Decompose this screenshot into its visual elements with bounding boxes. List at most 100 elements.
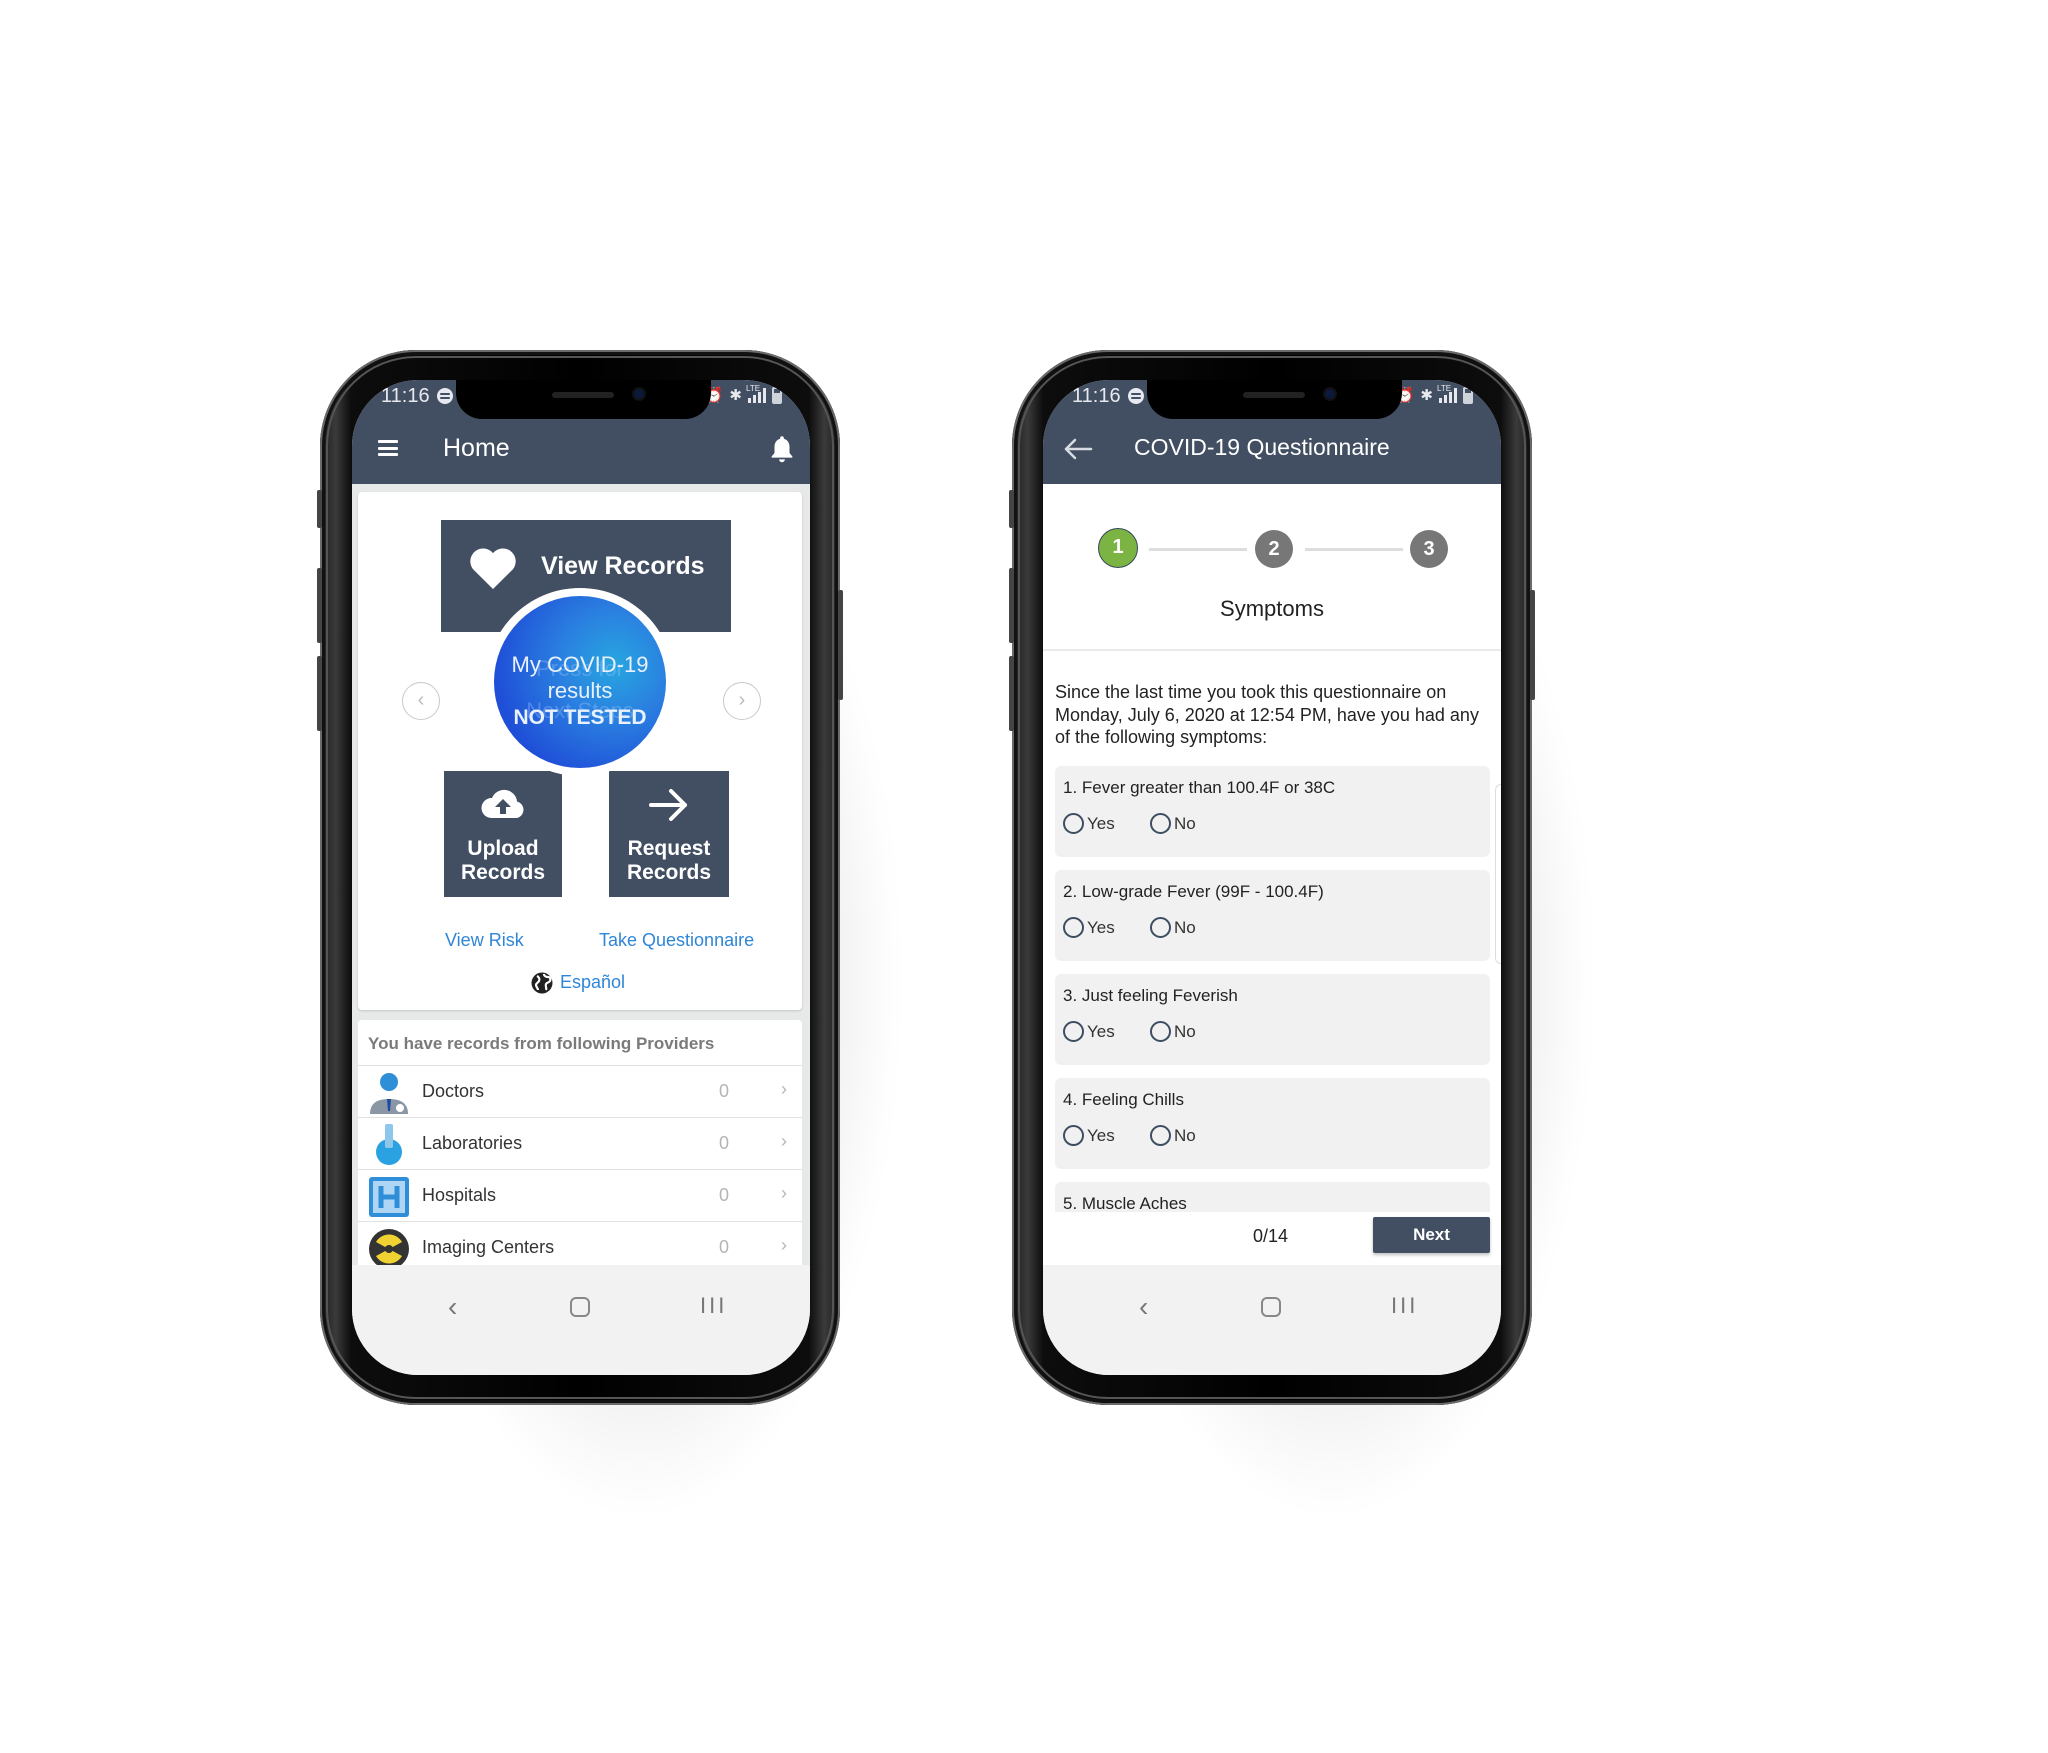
radio-button[interactable] xyxy=(1150,1021,1171,1042)
bluetooth-icon: ✱ xyxy=(729,387,742,404)
option-yes[interactable]: Yes xyxy=(1063,813,1115,834)
questionnaire-content: 1 2 3 Symptoms Since the last time you t… xyxy=(1043,484,1501,1265)
option-label: Yes xyxy=(1087,1021,1115,1041)
provider-row-imaging-centers[interactable]: Imaging Centers 0 › xyxy=(358,1221,802,1265)
questionnaire-footer: 0/14 Next xyxy=(1043,1212,1501,1265)
section-title: Symptoms xyxy=(1220,596,1324,621)
provider-row-laboratories[interactable]: Laboratories 0 › xyxy=(358,1117,802,1169)
option-label: Yes xyxy=(1087,917,1115,937)
questionnaire-intro: Since the last time you took this questi… xyxy=(1055,682,1479,747)
radio-button[interactable] xyxy=(1063,917,1084,938)
option-label: No xyxy=(1174,917,1196,937)
provider-name: Laboratories xyxy=(422,1133,523,1153)
covid-results-button[interactable]: Press for Next Steps My COVID-19 results… xyxy=(494,596,666,768)
covid-results-ring: Press for Next Steps My COVID-19 results… xyxy=(486,588,674,776)
provider-row-doctors[interactable]: Doctors 0 › xyxy=(358,1065,802,1117)
spotify-icon xyxy=(1128,388,1144,404)
scrollbar[interactable] xyxy=(1495,784,1501,964)
question-text: 5. Muscle Aches xyxy=(1063,1194,1187,1213)
bluetooth-icon: ✱ xyxy=(1420,387,1433,404)
carousel-next-button[interactable]: › xyxy=(723,682,761,720)
hero-card: View Records Upload Records Request Reco… xyxy=(358,492,802,1010)
android-nav-bar: ‹ III xyxy=(352,1265,810,1375)
side-button xyxy=(1009,656,1014,731)
radio-button[interactable] xyxy=(1150,917,1171,938)
bell-icon[interactable] xyxy=(768,434,796,464)
request-records-button[interactable]: Request Records xyxy=(609,771,729,897)
nav-home-icon[interactable] xyxy=(1261,1297,1281,1317)
radiation-icon xyxy=(369,1229,409,1265)
option-yes[interactable]: Yes xyxy=(1063,1125,1115,1146)
notch xyxy=(1147,380,1402,419)
side-button xyxy=(317,568,322,643)
nav-home-icon[interactable] xyxy=(570,1297,590,1317)
arrow-right-icon xyxy=(649,789,687,821)
upload-records-button[interactable]: Upload Records xyxy=(444,771,562,897)
chevron-right-icon: › xyxy=(781,1235,787,1255)
provider-count: 0 xyxy=(719,1237,730,1257)
nav-recents-icon[interactable]: III xyxy=(1391,1293,1418,1319)
question-text: 1. Fever greater than 100.4F or 38C xyxy=(1063,778,1336,797)
option-no[interactable]: No xyxy=(1150,813,1196,834)
home-screen: 11:16 ⏰ ✱ LTE Home View Records Upload R… xyxy=(352,380,810,1375)
covid-results-line1: My COVID-19 xyxy=(511,652,649,677)
status-time: 11:16 xyxy=(1072,385,1121,407)
question-card: 1. Fever greater than 100.4F or 38C Yes … xyxy=(1055,766,1490,857)
provider-row-hospitals[interactable]: Hospitals 0 › xyxy=(358,1169,802,1221)
provider-count: 0 xyxy=(719,1185,730,1205)
providers-card: You have records from following Provider… xyxy=(358,1020,802,1280)
step-1[interactable]: 1 xyxy=(1098,528,1138,568)
menu-icon[interactable] xyxy=(378,440,398,456)
nav-back-icon[interactable]: ‹ xyxy=(448,1291,457,1323)
chevron-right-icon: › xyxy=(781,1131,787,1151)
power-button xyxy=(1530,590,1535,700)
side-button xyxy=(317,490,322,528)
back-arrow-icon[interactable] xyxy=(1063,438,1093,460)
battery-icon xyxy=(772,386,782,404)
next-button[interactable]: Next xyxy=(1373,1217,1490,1253)
power-button xyxy=(838,590,843,700)
take-questionnaire-link[interactable]: Take Questionnaire xyxy=(599,930,754,951)
step-2[interactable]: 2 xyxy=(1255,530,1293,568)
request-label-line1: Request xyxy=(627,837,711,860)
option-no[interactable]: No xyxy=(1150,1125,1196,1146)
view-risk-link[interactable]: View Risk xyxy=(445,930,524,951)
radio-button[interactable] xyxy=(1150,1125,1171,1146)
side-button xyxy=(1009,568,1014,643)
option-label: Yes xyxy=(1087,813,1115,833)
covid-results-line2: results xyxy=(547,678,613,703)
step-connector xyxy=(1305,548,1403,551)
option-yes[interactable]: Yes xyxy=(1063,917,1115,938)
chevron-right-icon: › xyxy=(738,689,746,711)
network-label: LTE xyxy=(1437,384,1452,393)
carousel-prev-button[interactable]: ‹ xyxy=(402,682,440,720)
language-link[interactable]: Español xyxy=(560,972,625,993)
phone-home: 11:16 ⏰ ✱ LTE Home View Records Upload R… xyxy=(317,350,843,1405)
side-button xyxy=(317,656,322,731)
option-no[interactable]: No xyxy=(1150,917,1196,938)
option-yes[interactable]: Yes xyxy=(1063,1021,1115,1042)
signal-icon: LTE xyxy=(746,384,766,403)
request-label-line2: Records xyxy=(626,861,712,884)
radio-button[interactable] xyxy=(1063,1125,1084,1146)
option-no[interactable]: No xyxy=(1150,1021,1196,1042)
app-bar: Home xyxy=(352,412,810,484)
question-card: 4. Feeling Chills Yes No xyxy=(1055,1078,1490,1169)
radio-button[interactable] xyxy=(1063,1021,1084,1042)
nav-recents-icon[interactable]: III xyxy=(700,1293,727,1319)
provider-count: 0 xyxy=(719,1081,730,1101)
providers-header: You have records from following Provider… xyxy=(368,1034,715,1053)
provider-name: Hospitals xyxy=(422,1185,497,1205)
radio-button[interactable] xyxy=(1150,813,1171,834)
cloud-upload-icon xyxy=(481,789,524,818)
question-card: 2. Low-grade Fever (99F - 100.4F) Yes No xyxy=(1055,870,1490,961)
step-3[interactable]: 3 xyxy=(1410,530,1448,568)
radio-button[interactable] xyxy=(1063,813,1084,834)
option-label: No xyxy=(1174,1021,1196,1041)
phone-questionnaire: 11:16 ⏰ ✱ LTE COVID-19 Questionnaire 1 2… xyxy=(1009,350,1535,1405)
divider xyxy=(1043,649,1501,651)
nav-back-icon[interactable]: ‹ xyxy=(1139,1291,1148,1323)
doctor-icon xyxy=(370,1073,408,1114)
page-title: COVID-19 Questionnaire xyxy=(1134,434,1390,460)
heart-icon xyxy=(470,548,516,589)
